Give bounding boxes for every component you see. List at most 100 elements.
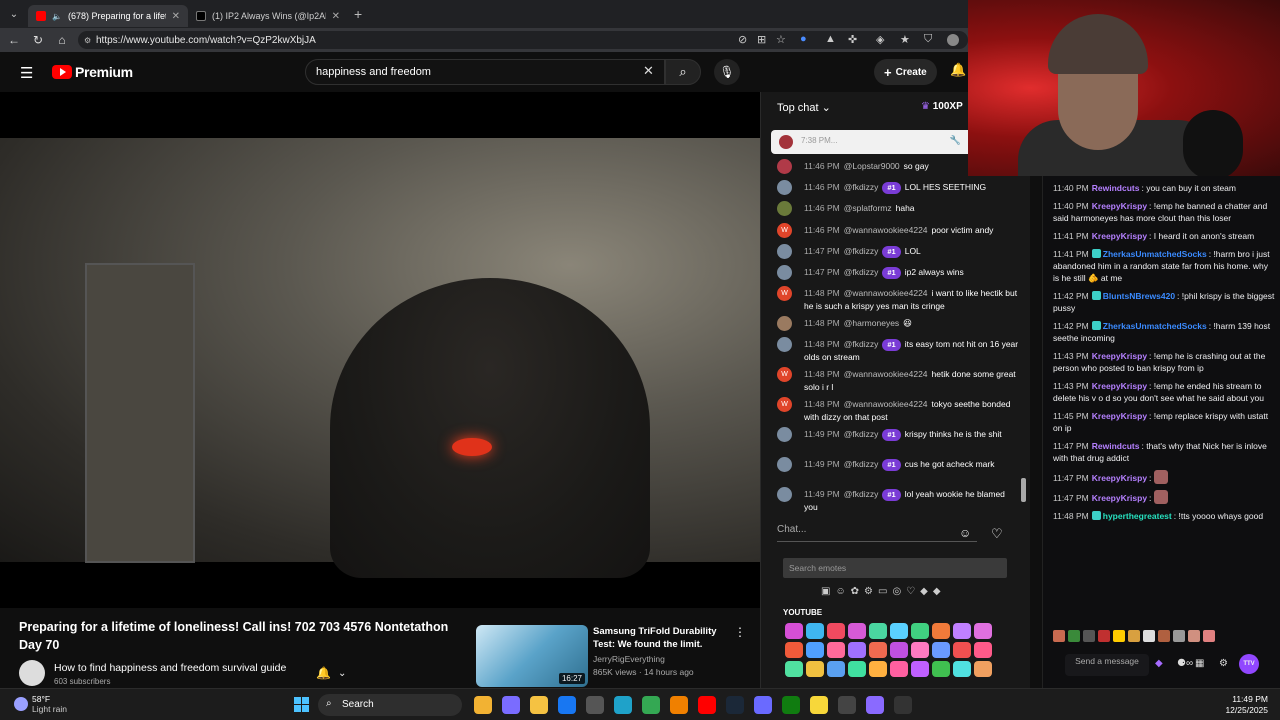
recommended-thumbnail[interactable]: 16:27 xyxy=(476,625,588,687)
amazon-icon[interactable] xyxy=(586,696,604,714)
emote[interactable] xyxy=(806,642,824,658)
message-author[interactable]: @wannawookiee4224 xyxy=(844,399,928,409)
twitch-message[interactable]: 11:43 PM KreepyKrispy: !emp he is crashin… xyxy=(1053,350,1275,374)
chat-message[interactable]: 11:49 PM @fkdizzy #1 lol yeah wookie he bla… xyxy=(761,486,1023,516)
chat-message[interactable]: 11:46 PM @splatformz haha xyxy=(761,200,1023,221)
emote[interactable] xyxy=(1188,630,1200,642)
emote[interactable] xyxy=(827,661,845,677)
weather-widget[interactable]: 58°F Light rain xyxy=(14,694,67,714)
search-button[interactable]: ⌕ xyxy=(665,59,701,85)
twitch-chat-input[interactable]: Send a message xyxy=(1065,654,1149,676)
twitch-message[interactable]: 11:42 PM ZherkasUnmatchedSocks: !harm 139… xyxy=(1053,320,1275,344)
pinned-message[interactable]: 7:38 PM... 🔧 xyxy=(771,130,981,154)
emote[interactable] xyxy=(890,661,908,677)
message-author[interactable]: KreepyKrispy xyxy=(1092,381,1147,391)
extension-icon[interactable]: ● xyxy=(800,33,807,45)
message-author[interactable]: @wannawookiee4224 xyxy=(844,369,928,379)
extension-icon[interactable]: ⊘ xyxy=(738,33,747,46)
emote[interactable] xyxy=(806,623,824,639)
favorites-icon[interactable]: ★ xyxy=(900,33,910,46)
message-author[interactable]: KreepyKrispy xyxy=(1092,201,1147,211)
emote[interactable] xyxy=(1158,630,1170,642)
xp-badge[interactable]: ♛ 100XP xyxy=(921,101,963,112)
message-author[interactable]: @fkdizzy xyxy=(844,182,879,192)
chat-message[interactable]: 11:47 PM @fkdizzy #1 LOL xyxy=(761,243,1023,264)
twitch-message[interactable]: 11:41 PM KreepyKrispy: I heard it on anon… xyxy=(1053,230,1275,242)
chrome-icon[interactable] xyxy=(642,696,660,714)
emote[interactable] xyxy=(1143,630,1155,642)
emote[interactable] xyxy=(869,661,887,677)
video-player[interactable] xyxy=(0,92,760,608)
message-author[interactable]: BluntsNBrews420 xyxy=(1103,291,1175,301)
emote[interactable] xyxy=(953,623,971,639)
chat-scrollbar[interactable] xyxy=(1021,478,1026,502)
message-author[interactable]: @fkdizzy xyxy=(844,429,879,439)
avatar[interactable] xyxy=(777,201,792,217)
profile-icon[interactable] xyxy=(947,34,959,46)
message-author[interactable]: Rewindcuts xyxy=(1092,441,1140,451)
settings-gear-icon[interactable]: ⚙ xyxy=(1219,658,1228,669)
twitch-message[interactable]: 11:45 PM KreepyKrispy: !emp replace krisp… xyxy=(1053,410,1275,434)
system-clock[interactable]: 11:49 PM 12/25/2025 xyxy=(1218,694,1268,716)
chevron-down-icon[interactable]: ⌄ xyxy=(338,668,346,679)
emote[interactable] xyxy=(974,661,992,677)
message-author[interactable]: @Lopstar9000 xyxy=(844,161,900,171)
youtube-logo[interactable]: Premium xyxy=(52,64,133,80)
avatar[interactable] xyxy=(777,243,792,259)
avatar[interactable]: W xyxy=(777,397,792,413)
bookmark-star-icon[interactable]: ☆ xyxy=(776,33,786,46)
twitch-message[interactable]: 11:48 PM hyperthegreatest: !tts yoooo wha… xyxy=(1053,510,1275,522)
message-author[interactable]: @fkdizzy xyxy=(844,489,879,499)
search-input[interactable]: happiness and freedom xyxy=(305,59,665,85)
chat-message[interactable]: 11:46 PM @fkdizzy #1 LOL HES SEETHING xyxy=(761,179,1023,200)
emote[interactable] xyxy=(932,642,950,658)
message-author[interactable]: @splatformz xyxy=(844,203,892,213)
emote[interactable] xyxy=(785,661,803,677)
emote[interactable] xyxy=(1083,630,1095,642)
reload-icon[interactable]: ↻ xyxy=(26,33,50,47)
message-author[interactable]: Rewindcuts xyxy=(1092,183,1140,193)
emote[interactable] xyxy=(911,661,929,677)
youtube-app-icon[interactable] xyxy=(698,696,716,714)
app-icon[interactable] xyxy=(866,696,884,714)
message-author[interactable]: @fkdizzy xyxy=(844,459,879,469)
tab-youtube[interactable]: 🔈 (678) Preparing for a lifetime ✕ xyxy=(28,5,188,27)
channel-name[interactable]: How to find happiness and freedom surviv… xyxy=(54,662,286,674)
chat-message[interactable]: 11:48 PM @harmoneyes 😆 xyxy=(761,315,1023,336)
message-author[interactable]: KreepyKrispy xyxy=(1092,493,1147,503)
vlc-icon[interactable] xyxy=(670,696,688,714)
message-author[interactable]: @harmoneyes xyxy=(844,318,899,328)
app-icon[interactable] xyxy=(894,696,912,714)
obs-icon[interactable] xyxy=(838,696,856,714)
emote[interactable] xyxy=(890,642,908,658)
start-button[interactable] xyxy=(294,697,309,712)
emote[interactable] xyxy=(1173,630,1185,642)
sticky-notes-icon[interactable] xyxy=(810,696,828,714)
avatar[interactable] xyxy=(777,457,792,473)
steam-icon[interactable] xyxy=(726,696,744,714)
chat-input[interactable]: Chat... xyxy=(777,524,977,542)
emote[interactable] xyxy=(848,661,866,677)
folder-icon[interactable] xyxy=(530,696,548,714)
emote[interactable] xyxy=(911,623,929,639)
gift-icon[interactable]: ▦ xyxy=(1195,658,1204,669)
twitch-message[interactable]: 11:42 PM BluntsNBrews420: !phil krispy is… xyxy=(1053,290,1275,314)
emote[interactable] xyxy=(890,623,908,639)
edge-icon[interactable] xyxy=(614,696,632,714)
avatar[interactable] xyxy=(777,264,792,280)
emote[interactable] xyxy=(785,642,803,658)
twitch-message[interactable]: 11:40 PM KreepyKrispy: !emp he banned a c… xyxy=(1053,200,1275,224)
emote[interactable] xyxy=(1203,630,1215,642)
home-icon[interactable]: ⌂ xyxy=(50,33,74,47)
message-author[interactable]: ZherkasUnmatchedSocks xyxy=(1103,321,1207,331)
twitch-message[interactable]: 11:47 PM Rewindcuts: that's why that Nick… xyxy=(1053,440,1275,464)
recommended-channel[interactable]: JerryRigEverything xyxy=(593,654,665,664)
chat-message[interactable]: W 11:46 PM @wannawookiee4224 poor victim an… xyxy=(761,222,1023,243)
clear-search-icon[interactable]: ✕ xyxy=(643,63,654,79)
emote[interactable] xyxy=(827,642,845,658)
message-author[interactable]: @fkdizzy xyxy=(844,267,879,277)
emote-grid[interactable] xyxy=(785,623,995,677)
emote[interactable] xyxy=(974,642,992,658)
emote[interactable] xyxy=(848,642,866,658)
twitch-message[interactable]: 11:47 PM KreepyKrispy: xyxy=(1053,470,1275,484)
